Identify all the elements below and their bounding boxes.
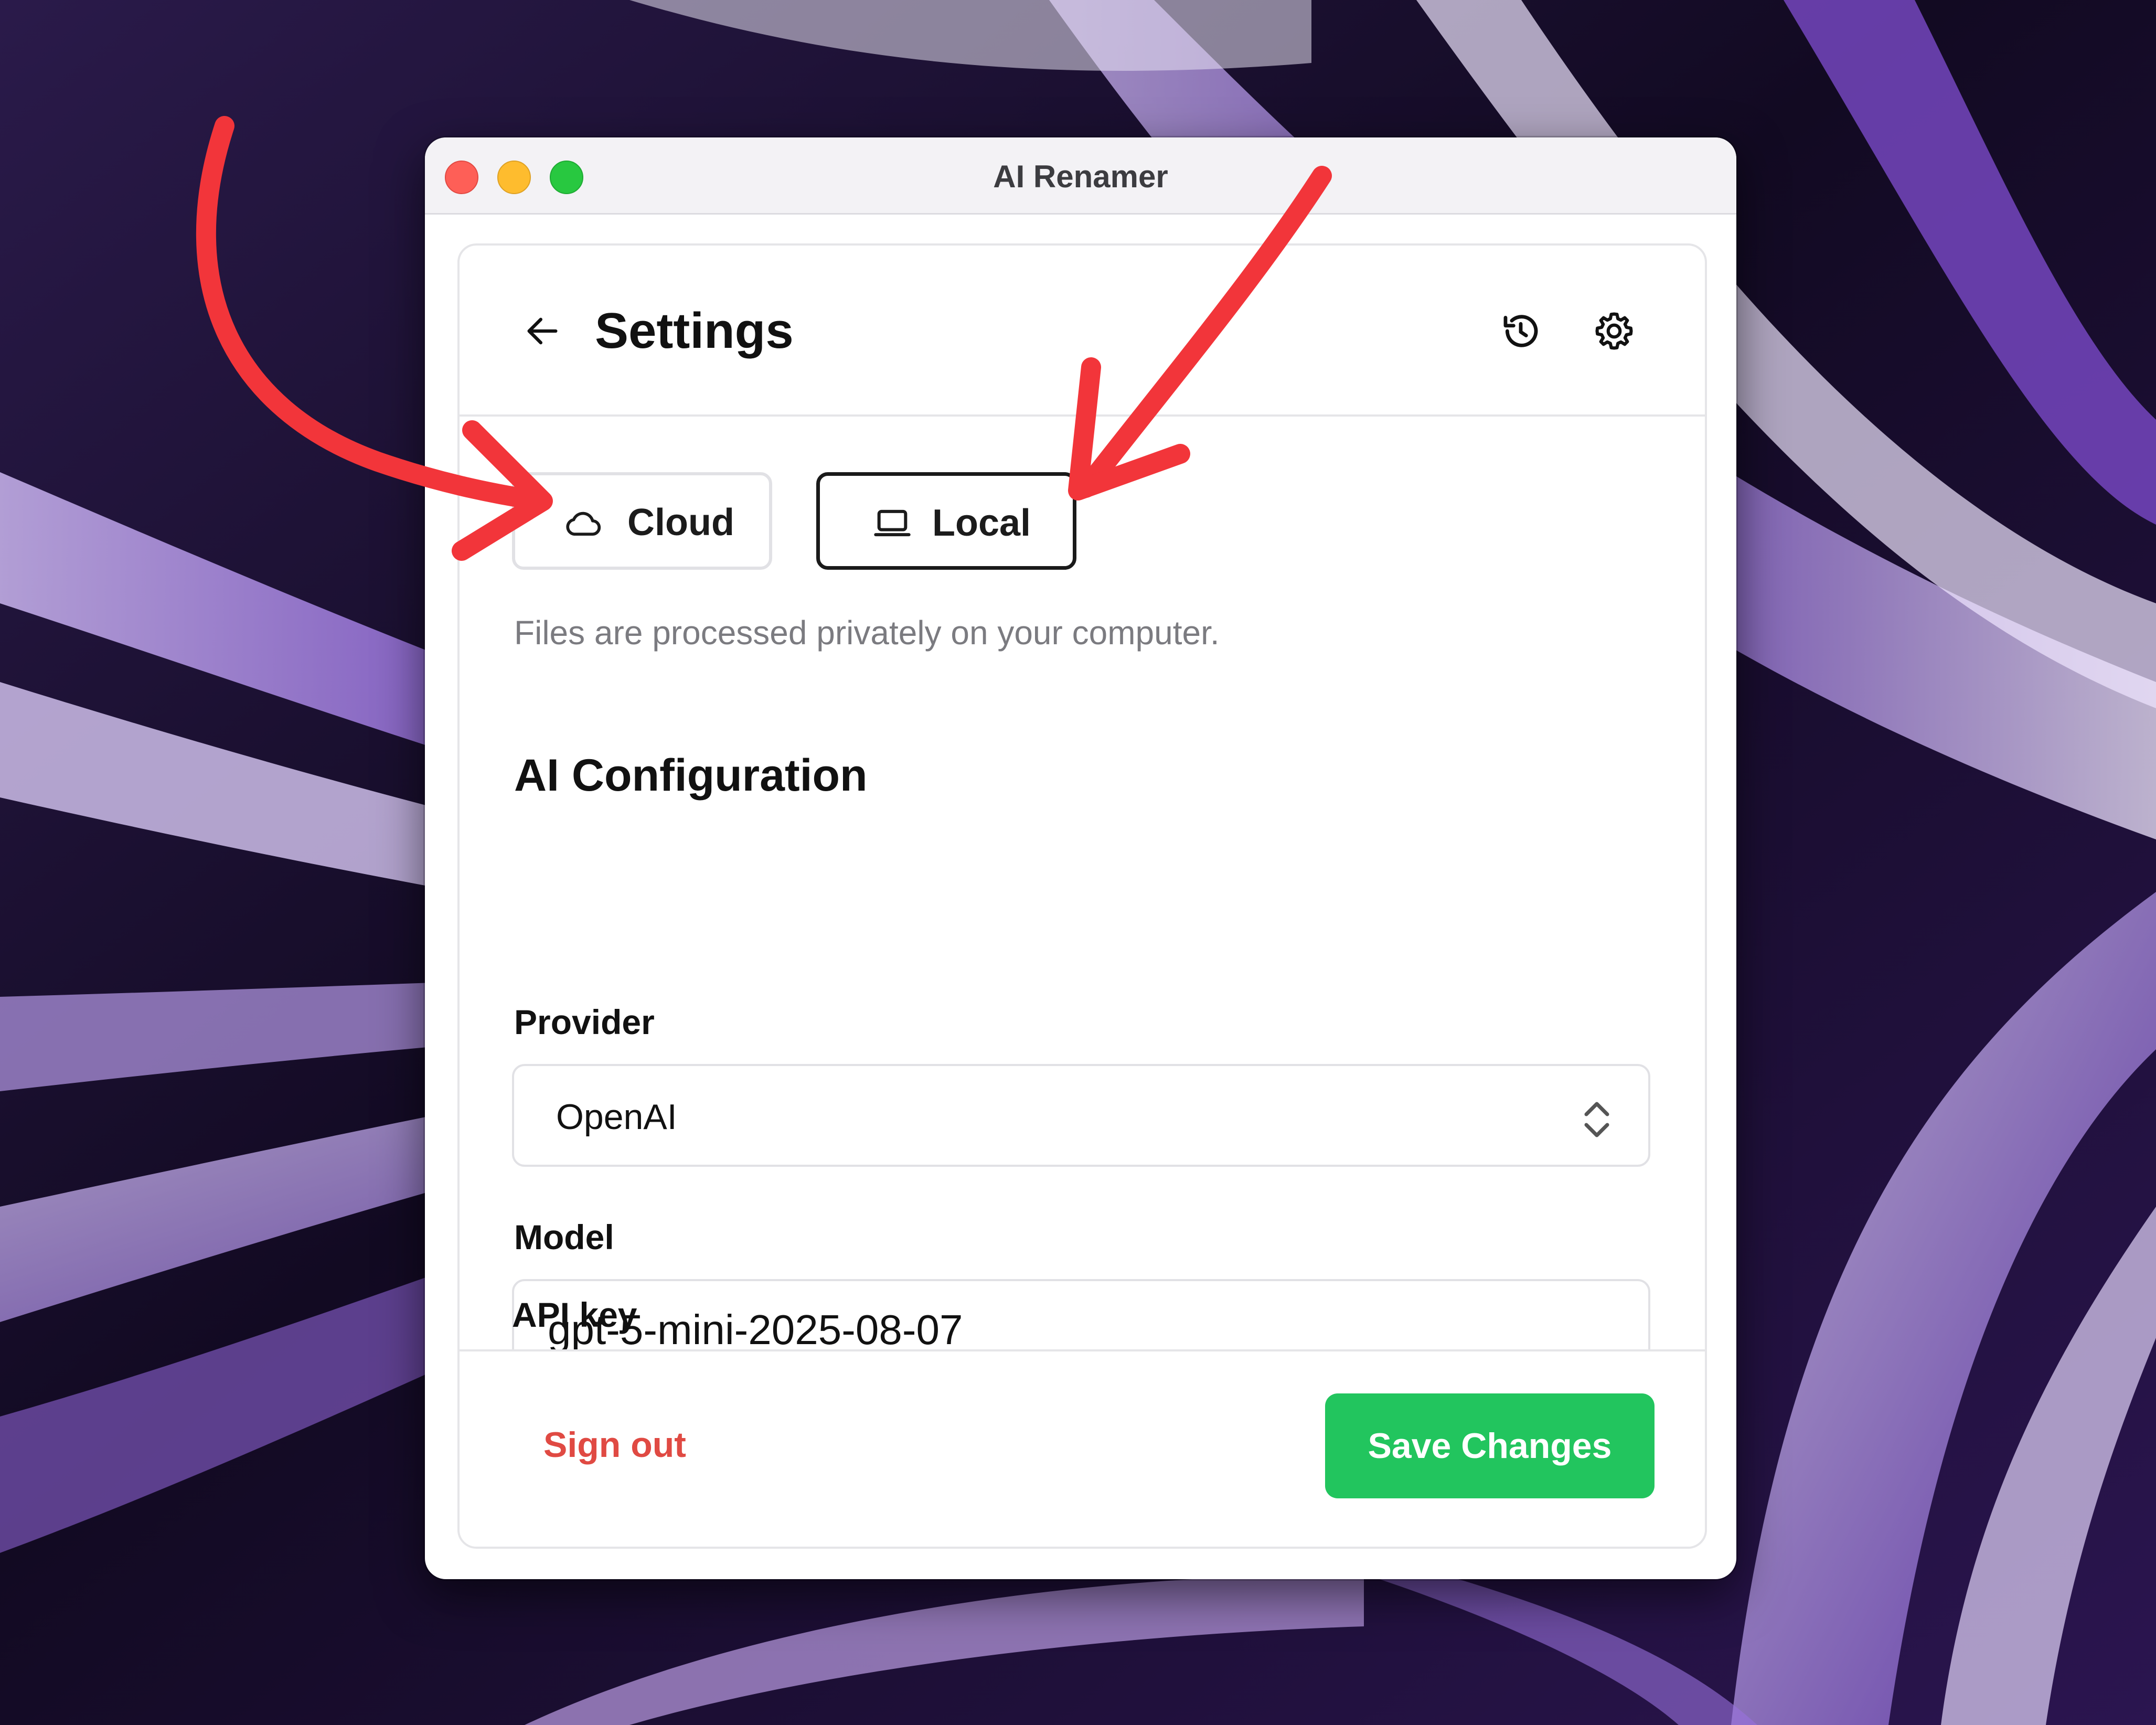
window-title: AI Renamer xyxy=(993,159,1168,194)
cloud-icon xyxy=(566,512,601,536)
chevron-up-down-icon xyxy=(1584,1102,1609,1137)
mode-cloud-label: Cloud xyxy=(627,502,734,544)
page-title: Settings xyxy=(595,303,794,359)
settings-footer: Sign out Save Changes xyxy=(460,1349,1705,1547)
settings-header: Settings xyxy=(460,246,1705,417)
mode-description: Files are processed privately on your co… xyxy=(514,614,1220,652)
sign-out-button[interactable]: Sign out xyxy=(543,1424,686,1466)
history-icon[interactable] xyxy=(1499,310,1542,353)
save-changes-button[interactable]: Save Changes xyxy=(1325,1393,1655,1498)
model-label: Model xyxy=(514,1218,614,1257)
mode-local-button[interactable]: Local xyxy=(816,472,1076,570)
arrow-left-icon[interactable] xyxy=(522,311,562,351)
laptop-icon xyxy=(874,509,911,537)
window-titlebar: AI Renamer xyxy=(425,137,1736,215)
provider-value: OpenAI xyxy=(556,1097,677,1137)
provider-label: Provider xyxy=(514,1003,655,1041)
ai-configuration-heading: AI Configuration xyxy=(514,750,868,801)
provider-select[interactable]: OpenAI xyxy=(512,1064,1650,1167)
api-key-label: API key xyxy=(512,1295,637,1334)
app-window: AI Renamer Settings Cloud Local Files ar… xyxy=(425,137,1736,1579)
mode-cloud-button[interactable]: Cloud xyxy=(512,472,772,570)
mode-local-label: Local xyxy=(932,502,1031,544)
gear-icon[interactable] xyxy=(1593,310,1636,353)
settings-card: Settings Cloud Local Files are processed… xyxy=(457,243,1707,1549)
